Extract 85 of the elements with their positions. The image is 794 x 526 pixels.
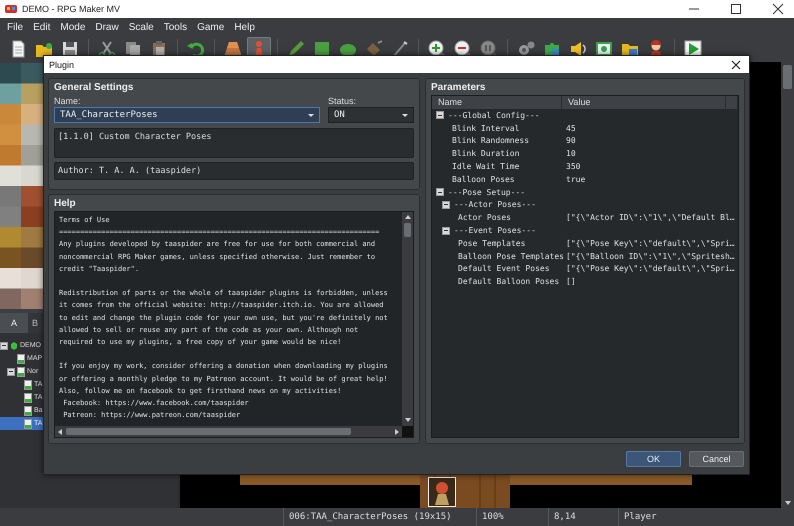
parameter-value[interactable]: true [566,174,586,184]
vertical-scrollbar[interactable] [402,212,413,426]
character-sprite[interactable] [428,477,456,507]
parameter-value[interactable]: 350 [566,162,580,172]
close-icon[interactable] [731,60,741,70]
collapse-icon[interactable] [442,200,450,209]
scrollbar-thumb[interactable] [66,428,351,435]
menu-item[interactable]: File [2,22,28,32]
map-page-icon [24,418,32,428]
parameter-name[interactable]: Blink Interval [452,124,520,133]
column-header[interactable]: Value [562,96,726,109]
parameter-name[interactable]: Actor Poses [458,213,511,222]
parameter-name[interactable]: Default Event Poses [458,264,550,274]
name-dropdown[interactable]: TAA_CharacterPoses [54,107,320,123]
author-field[interactable]: Author: T. A. A. (taaspider) [54,162,414,180]
field-label: Name: [54,95,82,107]
parameter-name[interactable]: Blink Duration [452,149,520,158]
field-label: Status: [328,95,358,107]
status-text: Player [618,508,794,526]
collapse-icon[interactable] [436,111,444,120]
parameter-name[interactable]: ---Global Config--- [448,110,540,120]
menu-item[interactable]: Tools [158,22,192,32]
map-page-icon [17,366,25,376]
parameter-name[interactable]: ---Event Poses--- [454,226,536,236]
dialog-title: Plugin [49,60,74,70]
vertical-scrollbar[interactable] [781,62,794,508]
parameter-name[interactable]: ---Pose Setup--- [448,188,526,197]
menu-item[interactable]: Help [229,22,260,32]
menu-item[interactable]: Mode [55,22,90,32]
scrollbar-thumb[interactable] [404,223,411,237]
parameter-name[interactable]: Balloon Poses [452,174,515,184]
cancel-button[interactable]: Cancel [689,451,744,467]
description-field[interactable]: [1.1.0] Custom Character Poses [54,128,414,158]
menu-item[interactable]: Draw [90,22,124,32]
down-arrow-icon[interactable] [404,418,410,422]
window-title: DEMO - RPG Maker MV [22,4,122,14]
menu-item[interactable]: Game [192,22,230,32]
map-page-icon [24,392,32,402]
parameter-value[interactable]: ["{\"Pose Key\":\"default\",\"Spri… [566,238,735,248]
collapse-icon[interactable] [442,226,450,235]
scrollbar-thumb[interactable] [783,65,792,89]
status-text: 100% [476,508,548,526]
parameter-value[interactable]: ["{\"Balloon ID\":\"1\",\"Spritesh… [566,252,735,261]
left-arrow-icon[interactable] [58,428,62,434]
collapse-icon[interactable] [7,368,15,376]
caret-icon [402,114,408,116]
collapse-icon[interactable] [0,342,8,350]
parameter-name[interactable]: Default Balloon Poses [458,277,560,286]
collapse-icon[interactable] [436,188,444,196]
up-arrow-icon[interactable] [404,215,410,219]
column-header[interactable]: Name [432,96,562,109]
parameter-value[interactable]: ["{\"Pose Key\":\"default\",\"Spri… [566,264,735,274]
menu-item[interactable]: Scale [124,22,159,32]
close-icon[interactable] [772,3,784,15]
ok-button[interactable]: OK [626,451,681,467]
group-heading: General Settings [54,81,134,95]
parameter-name[interactable]: Balloon Pose Templates [458,252,564,261]
group-heading: Parameters [431,81,486,95]
parameter-value[interactable]: 45 [566,124,576,133]
scrollbar-corner [402,426,413,437]
right-arrow-icon[interactable] [395,428,399,434]
parameter-value[interactable]: 90 [566,136,576,146]
down-arrow-icon[interactable] [784,501,790,505]
status-text: 006:TAA_CharacterPoses (19x15) [283,508,476,526]
map-page-icon [24,380,32,390]
caret-icon [308,114,314,116]
horizontal-scrollbar[interactable] [55,426,402,437]
parameter-value[interactable]: [] [566,277,576,286]
parameter-name[interactable]: ---Actor Poses--- [454,200,536,210]
tileset-tab[interactable]: A [0,313,28,333]
cube-icon [10,340,18,350]
status-text: 8,14 [548,508,618,526]
group-heading: Help [54,197,77,211]
parameter-name[interactable]: Pose Templates [458,238,526,248]
menu-item[interactable]: Edit [28,22,56,32]
tileset-drawing[interactable] [0,63,43,309]
status-dropdown[interactable]: ON [328,107,414,123]
map-page-icon [17,354,25,364]
parameter-name[interactable]: Blink Randomness [452,136,530,146]
app-logo-icon [4,2,18,16]
parameter-name[interactable]: Idle Wait Time [452,162,520,172]
map-page-icon [24,406,32,416]
maximize-icon[interactable] [730,3,742,15]
parameter-value[interactable]: ["{\"Actor ID\":\"1\",\"Default Bl… [566,213,735,222]
parameter-value[interactable]: 10 [566,149,576,158]
